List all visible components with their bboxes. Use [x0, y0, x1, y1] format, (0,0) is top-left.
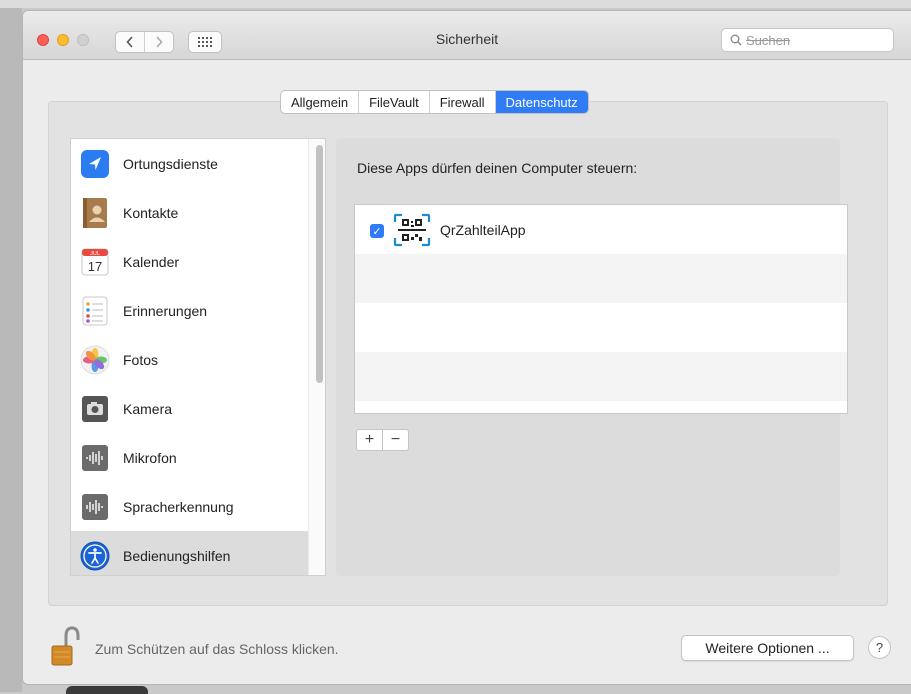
search-field[interactable]: Suchen	[721, 28, 894, 52]
reminders-icon	[79, 295, 111, 327]
privacy-category-list: Ortungsdienste Kontakte JUL 17 Kalender	[70, 138, 326, 576]
list-item-empty	[355, 352, 847, 401]
more-options-button[interactable]: Weitere Optionen ...	[681, 635, 854, 661]
help-button[interactable]: ?	[868, 636, 891, 659]
add-app-button[interactable]: +	[357, 430, 382, 450]
sidebar-item-label: Erinnerungen	[123, 302, 208, 319]
calendar-month-text: JUL	[90, 251, 100, 257]
sidebar-scrollbar[interactable]	[308, 139, 325, 575]
sidebar-item-kontakte[interactable]: Kontakte	[71, 188, 308, 237]
location-arrow-icon	[79, 148, 111, 180]
sidebar-item-label: Ortungsdienste	[123, 155, 218, 172]
add-remove-control: + −	[356, 429, 409, 451]
tab-bar: Allgemein FileVault Firewall Datenschutz	[280, 90, 589, 114]
microphone-icon	[79, 442, 111, 474]
qr-code-icon	[393, 213, 431, 247]
list-item-empty	[355, 303, 847, 352]
sidebar-item-label: Spracherkennung	[123, 498, 234, 515]
panel-title: Diese Apps dürfen deinen Computer steuer…	[357, 160, 638, 176]
contacts-icon	[79, 197, 111, 229]
sidebar-item-label: Kamera	[123, 400, 173, 417]
sidebar-item-ortungsdienste[interactable]: Ortungsdienste	[71, 139, 308, 188]
tab-filevault[interactable]: FileVault	[358, 91, 429, 113]
title-bar: Sicherheit Suchen	[23, 11, 911, 60]
sidebar-item-kalender[interactable]: JUL 17 Kalender	[71, 237, 308, 286]
camera-icon	[79, 393, 111, 425]
accessibility-icon	[79, 540, 111, 572]
sidebar-item-fotos[interactable]: Fotos	[71, 335, 308, 384]
app-list: ✓ QrZahlteilApp	[354, 204, 848, 414]
list-item-empty	[355, 254, 847, 303]
calendar-day-text: 17	[88, 259, 102, 274]
sidebar-item-erinnerungen[interactable]: Erinnerungen	[71, 286, 308, 335]
calendar-icon: JUL 17	[79, 246, 111, 278]
speech-recognition-icon	[79, 491, 111, 523]
background-strip	[0, 0, 911, 8]
app-name: QrZahlteilApp	[440, 222, 526, 238]
scrollbar-thumb[interactable]	[316, 145, 323, 383]
search-placeholder: Suchen	[746, 32, 791, 48]
sidebar-item-mikrofon[interactable]: Mikrofon	[71, 433, 308, 482]
preferences-window: Sicherheit Suchen Allgemein FileVault Fi…	[22, 10, 911, 685]
sidebar-item-label: Fotos	[123, 351, 159, 368]
remove-app-button[interactable]: −	[382, 430, 408, 450]
app-enabled-checkbox[interactable]: ✓	[370, 224, 384, 238]
sidebar-item-label: Kalender	[123, 253, 180, 270]
tab-allgemein[interactable]: Allgemein	[281, 91, 358, 113]
sidebar-item-spracherkennung[interactable]: Spracherkennung	[71, 482, 308, 531]
sidebar-item-label: Kontakte	[123, 204, 179, 221]
photos-icon	[79, 344, 111, 376]
tab-datenschutz[interactable]: Datenschutz	[494, 91, 588, 113]
sidebar-item-label: Bedienungshilfen	[123, 547, 231, 564]
list-item[interactable]: ✓ QrZahlteilApp	[355, 205, 847, 254]
tab-firewall[interactable]: Firewall	[428, 91, 495, 113]
sidebar-item-kamera[interactable]: Kamera	[71, 384, 308, 433]
background-window-edge	[66, 686, 148, 694]
lock-hint-text: Zum Schützen auf das Schloss klicken.	[95, 641, 339, 657]
sidebar-item-bedienungshilfen[interactable]: Bedienungshilfen	[71, 531, 308, 575]
unlocked-padlock-icon[interactable]	[50, 626, 80, 666]
sidebar-item-label: Mikrofon	[123, 449, 177, 466]
search-icon	[730, 34, 742, 46]
background-edge	[0, 8, 22, 692]
